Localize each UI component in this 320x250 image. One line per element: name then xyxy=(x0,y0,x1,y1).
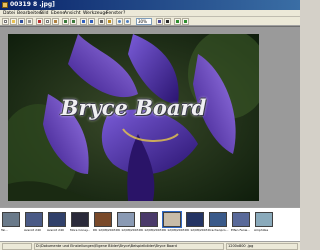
thumbnail[interactable]: Tai... xyxy=(1,212,21,240)
thumbnail-image xyxy=(162,211,182,228)
prev-button[interactable] xyxy=(174,18,181,25)
zoom-out-icon xyxy=(126,20,129,23)
undo-button[interactable] xyxy=(62,18,69,25)
title-bar[interactable]: 00319 8 .jpg] xyxy=(0,0,300,10)
thumbnail-image xyxy=(25,212,43,227)
thumbnail-label: DK 12/08/2003 xyxy=(139,228,162,232)
crop-button[interactable] xyxy=(98,18,105,25)
status-cell xyxy=(2,243,32,250)
rotate-left-button[interactable] xyxy=(80,18,87,25)
fullscreen-button[interactable] xyxy=(164,18,171,25)
paste-icon xyxy=(54,20,57,23)
thumbnail-label: DK 12/08/2003 xyxy=(93,228,116,232)
menu-ansicht[interactable]: Ansicht xyxy=(64,10,81,17)
thumbnail-image xyxy=(71,212,89,227)
app-icon xyxy=(2,2,8,8)
fit-icon xyxy=(158,20,161,23)
thumbnail-label: DK 12/08/2003 xyxy=(162,228,185,232)
window-title: 00319 8 .jpg] xyxy=(10,1,55,8)
resize-icon xyxy=(108,20,111,23)
menu-werkzeuge[interactable]: Werkzeuge xyxy=(83,10,108,17)
thumbnail-image xyxy=(209,212,227,227)
status-path: D:\Dokumente und Einstellungen\Eigene Bi… xyxy=(34,243,224,250)
print-icon xyxy=(28,20,31,23)
zoom-in-icon xyxy=(118,20,121,23)
new-icon xyxy=(4,20,7,23)
thumbnail-label: Avsroit 240 xyxy=(47,228,64,232)
new-button[interactable] xyxy=(2,18,9,25)
thumbnail-label: Avsroit 240 xyxy=(24,228,41,232)
save-icon xyxy=(20,20,23,23)
thumbnail[interactable]: Amphibie xyxy=(254,212,274,240)
image-viewer[interactable]: Bryce Board xyxy=(0,26,300,207)
thumbnail[interactable]: DK 12/08/2003 xyxy=(185,212,208,240)
thumbnail-label: Drachenpro... xyxy=(208,228,229,232)
toolbar: 30% xyxy=(0,17,300,26)
thumbnail-label: More Coney... xyxy=(70,228,91,232)
thumbnail-image xyxy=(186,212,204,227)
menu-datei[interactable]: Datei xyxy=(3,10,15,17)
thumbnail[interactable]: Avsroit 240 xyxy=(24,212,44,240)
redo-button[interactable] xyxy=(70,18,77,25)
paste-button[interactable] xyxy=(52,18,59,25)
copy-button[interactable] xyxy=(44,18,51,25)
folder-icon xyxy=(12,20,15,23)
menu-fenster[interactable]: Fenster xyxy=(106,10,123,17)
thumbnail-image xyxy=(117,212,135,227)
redo-icon xyxy=(72,20,75,23)
menu-ebene[interactable]: Ebene xyxy=(51,10,65,17)
menu-bearbeiten[interactable]: Bearbeiten xyxy=(17,10,42,17)
cut-button[interactable] xyxy=(36,18,43,25)
photo-caption: Bryce Board xyxy=(60,95,207,120)
menu-bar: Datei Bearbeiten Bild Ebene Ansicht Werk… xyxy=(0,10,300,17)
thumbnail-image xyxy=(140,212,158,227)
thumbnail[interactable]: DK 12/08/2003 xyxy=(93,212,116,240)
thumbnail-label: Amphibie xyxy=(254,228,269,232)
rotate-right-button[interactable] xyxy=(88,18,95,25)
zoom-select[interactable]: 30% xyxy=(136,18,152,25)
crop-icon xyxy=(100,20,103,23)
thumbnail[interactable]: Drachenpro... xyxy=(208,212,228,240)
thumbnail[interactable]: Elfen Fenw... xyxy=(231,212,251,240)
thumbnail-image xyxy=(255,212,273,227)
fullscreen-icon xyxy=(166,20,169,23)
status-info: 1200x800 .jpg xyxy=(226,243,298,250)
thumbnail-strip: Tai... Avsroit 240 Avsroit 240 More Cone… xyxy=(0,207,300,241)
thumbnail-selected[interactable]: DK 12/08/2003 xyxy=(162,211,185,240)
menu-help[interactable]: ? xyxy=(123,10,125,17)
thumbnail-label: DK 12/08/2003 xyxy=(185,228,208,232)
rotate-left-icon xyxy=(82,20,85,23)
resize-button[interactable] xyxy=(106,18,113,25)
thumbnail-image xyxy=(2,212,20,227)
thumbnail[interactable]: More Coney... xyxy=(70,212,90,240)
photo: Bryce Board xyxy=(8,34,259,201)
status-bar: D:\Dokumente und Einstellungen\Eigene Bi… xyxy=(0,241,300,250)
fit-button[interactable] xyxy=(156,18,163,25)
menu-bild[interactable]: Bild xyxy=(40,10,48,17)
next-button[interactable] xyxy=(182,18,189,25)
thumbnail-image xyxy=(48,212,66,227)
thumbnail-label: Elfen Fenw... xyxy=(231,228,250,232)
thumbnail-label: DK 12/08/2003 xyxy=(116,228,139,232)
open-button[interactable] xyxy=(10,18,17,25)
save-button[interactable] xyxy=(18,18,25,25)
zoom-in-button[interactable] xyxy=(116,18,123,25)
print-button[interactable] xyxy=(26,18,33,25)
thumbnail[interactable]: DK 12/08/2003 xyxy=(139,212,162,240)
arrow-left-icon xyxy=(176,20,179,23)
copy-icon xyxy=(46,20,49,23)
thumbnail-image xyxy=(232,212,250,227)
thumbnail[interactable]: Avsroit 240 xyxy=(47,212,67,240)
thumbnail[interactable]: DK 12/08/2003 xyxy=(116,212,139,240)
arrow-right-icon xyxy=(184,20,187,23)
zoom-out-button[interactable] xyxy=(124,18,131,25)
cut-icon xyxy=(38,20,41,23)
rotate-right-icon xyxy=(90,20,93,23)
thumbnail-label: Tai... xyxy=(1,228,8,232)
thumbnail-image xyxy=(94,212,112,227)
undo-icon xyxy=(64,20,67,23)
